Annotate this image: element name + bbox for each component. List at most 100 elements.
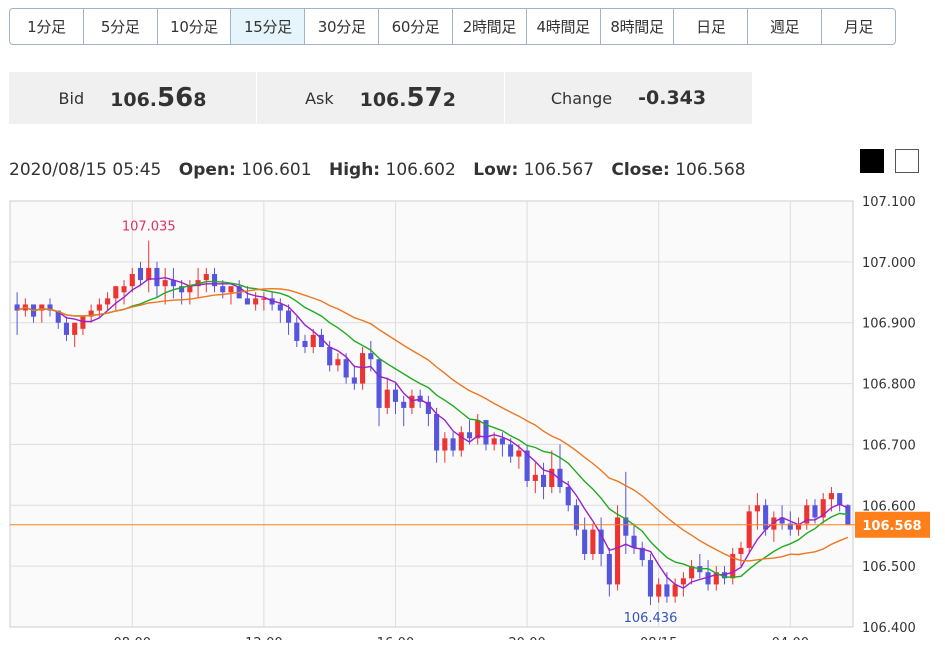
candle-body: [253, 298, 259, 305]
timeframe-tabs: 1分足 5分足 10分足 15分足 30分足 60分足 2時間足 4時間足 8時間足 日足 週足 月足: [9, 8, 896, 45]
dark-theme-button[interactable]: [860, 149, 884, 173]
candle-body: [606, 553, 612, 585]
y-tick-label: 106.700: [862, 438, 916, 453]
candle-body: [409, 395, 415, 408]
high-label: High:: [328, 160, 381, 180]
y-tick-label: 106.500: [862, 560, 916, 575]
candle-body: [615, 517, 621, 585]
candle-body: [368, 353, 374, 360]
light-theme-button[interactable]: [895, 149, 919, 173]
high-value: 106.602: [385, 160, 456, 180]
candle-body: [754, 505, 760, 512]
ask-value: 106.572: [359, 83, 456, 113]
candle-body: [573, 505, 579, 530]
candle-body: [203, 274, 209, 281]
candle-body: [351, 377, 357, 384]
change-cell: Change -0.343: [505, 72, 752, 124]
candle-body: [540, 474, 547, 488]
candle-body: [129, 274, 135, 287]
tab-5[interactable]: 60分足: [379, 9, 453, 44]
candle-body: [302, 340, 308, 348]
candle-body: [376, 359, 382, 408]
candle-body: [845, 505, 851, 525]
candle-body: [631, 535, 637, 548]
candle-body: [812, 505, 818, 518]
candle-body: [137, 267, 144, 281]
candle-body: [499, 438, 505, 445]
candle-body: [828, 493, 834, 500]
candle-body: [310, 334, 316, 348]
candle-body: [647, 560, 654, 597]
tab-2[interactable]: 10分足: [158, 9, 232, 44]
x-tick-label: 20:00: [508, 636, 545, 640]
candle-body: [80, 316, 86, 329]
low-label: Low:: [473, 160, 519, 180]
candle-body: [244, 298, 250, 305]
candle-body: [392, 389, 399, 402]
tab-3[interactable]: 15分足: [231, 9, 306, 44]
x-tick-label: 16:00: [377, 636, 414, 640]
close-label: Close:: [611, 160, 670, 180]
candle-body: [327, 347, 333, 366]
candle-body: [680, 578, 686, 585]
tab-8[interactable]: 8時間足: [601, 9, 675, 44]
candle-body: [343, 359, 349, 378]
low-value: 106.567: [523, 160, 594, 180]
tab-11[interactable]: 月足: [822, 9, 895, 44]
candle-body: [121, 286, 127, 293]
candle-body: [746, 511, 752, 548]
candle-body: [105, 298, 111, 305]
tab-10[interactable]: 週足: [748, 9, 823, 44]
tab-7[interactable]: 4時間足: [527, 9, 601, 44]
candle-body: [63, 322, 70, 335]
candle-body: [72, 322, 78, 335]
candle-body: [277, 304, 283, 311]
candle-body: [582, 529, 588, 554]
y-tick-label: 106.900: [862, 317, 916, 332]
candle-body: [335, 359, 341, 366]
candle-body: [565, 487, 571, 506]
tab-6[interactable]: 2時間足: [453, 9, 527, 44]
candle-body: [401, 401, 407, 408]
candle-body: [466, 432, 473, 439]
y-tick-label: 107.000: [862, 256, 916, 271]
candle-body: [220, 286, 226, 293]
open-label: Open:: [178, 160, 236, 180]
y-tick-label: 106.800: [862, 378, 916, 393]
bid-label: Bid: [58, 88, 85, 108]
candle-body: [434, 414, 440, 451]
candle-body: [664, 584, 670, 597]
open-value: 106.601: [241, 160, 312, 180]
candle-body: [508, 444, 514, 457]
candle-body: [162, 280, 168, 287]
x-tick-label: 12:00: [245, 636, 282, 640]
candle-body: [286, 310, 292, 323]
candle-body: [113, 286, 119, 299]
candle-body: [532, 474, 538, 481]
y-tick-label: 106.400: [862, 621, 916, 636]
tab-9[interactable]: 日足: [674, 9, 749, 44]
y-tick-label: 107.100: [862, 195, 916, 210]
change-label: Change: [550, 88, 613, 108]
ask-label: Ask: [305, 88, 334, 108]
candle-body: [672, 584, 678, 597]
ohlc-datetime: 2020/08/15 05:45: [9, 160, 162, 180]
bid-cell: Bid 106.568: [9, 72, 257, 124]
candle-body: [228, 286, 234, 293]
y-tick-label: 106.600: [862, 499, 916, 514]
tab-1[interactable]: 5分足: [84, 9, 158, 44]
current-price-label: 106.568: [862, 519, 921, 534]
candle-body: [294, 322, 300, 341]
candle-body: [516, 450, 522, 457]
price-chart[interactable]: 106.568 107.035 106.436 107.100 107.000 106.…: [0, 190, 945, 640]
close-value: 106.568: [675, 160, 746, 180]
plot-area: [9, 200, 854, 628]
candle-body: [450, 438, 456, 451]
high-annotation: 107.035: [122, 220, 176, 235]
ask-cell: Ask 106.572: [257, 72, 505, 124]
tab-0[interactable]: 1分足: [10, 9, 84, 44]
x-tick-label: 08:00: [114, 636, 151, 640]
low-annotation: 106.436: [624, 611, 678, 626]
tab-4[interactable]: 30分足: [305, 9, 380, 44]
bid-value: 106.568: [110, 83, 207, 113]
